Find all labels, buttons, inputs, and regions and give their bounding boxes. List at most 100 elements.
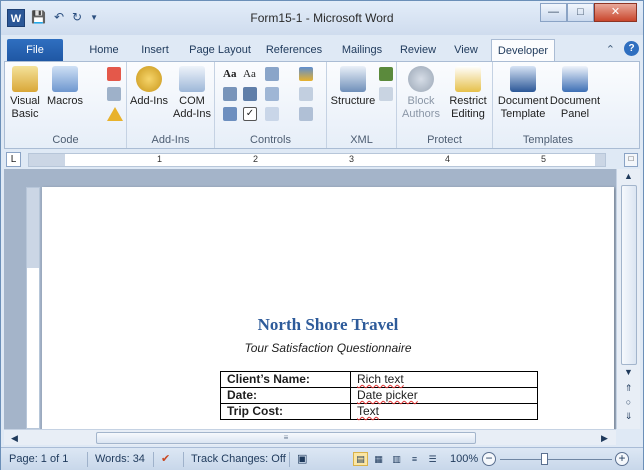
- tab-file[interactable]: File: [7, 39, 63, 61]
- dropdown-list-control-icon[interactable]: [265, 87, 279, 101]
- tab-insert[interactable]: Insert: [133, 39, 177, 61]
- maximize-button[interactable]: □: [567, 3, 594, 22]
- browse-object-icon[interactable]: ○: [620, 395, 637, 409]
- word-window: W 💾 ↶ ↻ ▼ Form15-1 - Microsoft Word — □ …: [0, 0, 644, 470]
- checkbox-control-icon[interactable]: ✓: [243, 107, 257, 121]
- help-icon[interactable]: ?: [624, 41, 639, 56]
- ribbon-tabs: File Home Insert Page Layout References …: [1, 35, 643, 61]
- ruler-number: 3: [349, 154, 355, 164]
- text-control[interactable]: Text: [350, 403, 538, 420]
- schema-icon[interactable]: [379, 67, 393, 81]
- picture-control-icon[interactable]: [265, 67, 279, 81]
- legacy-tools-icon[interactable]: [265, 107, 279, 121]
- add-ins-button[interactable]: Add-Ins: [129, 66, 169, 108]
- horizontal-ruler-row: L 1 2 3 4 5 □: [4, 151, 640, 169]
- full-screen-reading-icon[interactable]: ▦: [371, 452, 386, 466]
- vertical-scrollbar[interactable]: ▲ ▼ ⇑ ○ ⇓: [616, 169, 640, 429]
- group-templates: Document Template Document Panel Templat…: [493, 62, 603, 148]
- tab-developer[interactable]: Developer: [491, 39, 555, 61]
- view-ruler-icon[interactable]: □: [624, 153, 638, 167]
- client-name-label: Client’s Name:: [220, 371, 351, 388]
- scroll-down-icon[interactable]: ▼: [620, 365, 637, 379]
- ruler-number: 1: [157, 154, 163, 164]
- scroll-up-icon[interactable]: ▲: [620, 169, 637, 183]
- macros-button[interactable]: Macros: [45, 66, 85, 108]
- close-button[interactable]: ✕: [594, 3, 637, 22]
- properties-icon[interactable]: [299, 87, 313, 101]
- date-picker-control[interactable]: Date picker: [350, 387, 538, 404]
- questionnaire-table: Client’s Name: Rich text Date: Date pick…: [220, 371, 538, 420]
- status-divider: [183, 452, 184, 467]
- design-mode-icon[interactable]: [299, 67, 313, 81]
- transformation-icon[interactable]: [379, 87, 393, 101]
- status-divider: [153, 452, 154, 467]
- status-divider: [87, 452, 88, 467]
- macros-icon: [52, 66, 78, 92]
- next-page-icon[interactable]: ⇓: [620, 409, 637, 423]
- zoom-slider-thumb[interactable]: [541, 453, 548, 465]
- visual-basic-button[interactable]: Visual Basic: [7, 66, 43, 121]
- building-block-control-icon[interactable]: [223, 87, 237, 101]
- document-panel-button[interactable]: Document Panel: [549, 66, 601, 121]
- document-subtitle: Tour Satisfaction Questionnaire: [244, 341, 412, 355]
- horizontal-ruler[interactable]: 1 2 3 4 5: [28, 153, 606, 167]
- block-authors-icon: [408, 66, 434, 92]
- ruler-number: 5: [541, 154, 547, 164]
- ruler-number: 4: [445, 154, 451, 164]
- zoom-in-button[interactable]: +: [615, 452, 629, 466]
- vertical-ruler[interactable]: [26, 187, 40, 429]
- tab-view[interactable]: View: [447, 39, 485, 61]
- record-macro-icon[interactable]: [107, 67, 121, 81]
- document-page[interactable]: North Shore Travel Tour Satisfaction Que…: [42, 187, 614, 429]
- combo-box-control-icon[interactable]: [243, 87, 257, 101]
- rich-text-control-button[interactable]: Aa: [223, 68, 236, 80]
- table-row: Client’s Name: Rich text: [220, 371, 538, 388]
- table-row: Date: Date picker: [220, 387, 538, 404]
- document-template-button[interactable]: Document Template: [497, 66, 549, 121]
- scroll-right-icon[interactable]: ▶: [596, 431, 613, 445]
- scroll-left-icon[interactable]: ◀: [6, 431, 23, 445]
- previous-page-icon[interactable]: ⇑: [620, 381, 637, 395]
- block-authors-button[interactable]: Block Authors: [399, 66, 443, 121]
- tab-mailings[interactable]: Mailings: [335, 39, 389, 61]
- draft-view-icon[interactable]: ☰: [425, 452, 440, 466]
- horizontal-scroll-thumb[interactable]: ≡: [96, 432, 476, 444]
- outline-view-icon[interactable]: ≡: [407, 452, 422, 466]
- rich-text-control[interactable]: Rich text: [350, 371, 538, 388]
- vertical-ruler-margin: [27, 188, 39, 268]
- table-row: Trip Cost: Text: [220, 403, 538, 420]
- group-protect: Block Authors Restrict Editing Protect: [397, 62, 493, 148]
- word-count[interactable]: Words: 34: [95, 452, 145, 467]
- pause-recording-icon[interactable]: [107, 87, 121, 101]
- minimize-ribbon-icon[interactable]: ⌃: [606, 43, 615, 56]
- macro-recording-icon[interactable]: ▣: [297, 452, 307, 467]
- print-layout-view-icon[interactable]: ▤: [353, 452, 368, 466]
- proofing-icon[interactable]: ✔: [161, 452, 170, 467]
- tab-review[interactable]: Review: [395, 39, 441, 61]
- page-count[interactable]: Page: 1 of 1: [9, 452, 68, 467]
- tab-selector[interactable]: L: [6, 152, 21, 167]
- com-add-ins-icon: [179, 66, 205, 92]
- tab-references[interactable]: References: [263, 39, 325, 61]
- tab-home[interactable]: Home: [81, 39, 127, 61]
- zoom-level[interactable]: 100%: [450, 452, 478, 467]
- group-icon[interactable]: [299, 107, 313, 121]
- plain-text-control-button[interactable]: Aa: [243, 68, 256, 80]
- macro-security-icon[interactable]: [107, 107, 123, 121]
- group-controls: Aa Aa ✓ Controls: [215, 62, 327, 148]
- com-add-ins-button[interactable]: COM Add-Ins: [171, 66, 213, 121]
- ruler-left-margin: [29, 154, 65, 166]
- tab-page-layout[interactable]: Page Layout: [183, 39, 257, 61]
- zoom-out-button[interactable]: −: [482, 452, 496, 466]
- date-picker-control-icon[interactable]: [223, 107, 237, 121]
- structure-button[interactable]: Structure: [329, 66, 377, 108]
- horizontal-scrollbar[interactable]: ◀ ≡ ▶: [4, 429, 616, 445]
- web-layout-icon[interactable]: ▥: [389, 452, 404, 466]
- window-controls: — □ ✕: [540, 3, 637, 22]
- restrict-editing-button[interactable]: Restrict Editing: [445, 66, 491, 121]
- vertical-scroll-thumb[interactable]: [621, 185, 637, 365]
- zoom-slider-track[interactable]: [500, 459, 612, 460]
- track-changes-status[interactable]: Track Changes: Off: [191, 452, 286, 467]
- minimize-button[interactable]: —: [540, 3, 567, 22]
- structure-icon: [340, 66, 366, 92]
